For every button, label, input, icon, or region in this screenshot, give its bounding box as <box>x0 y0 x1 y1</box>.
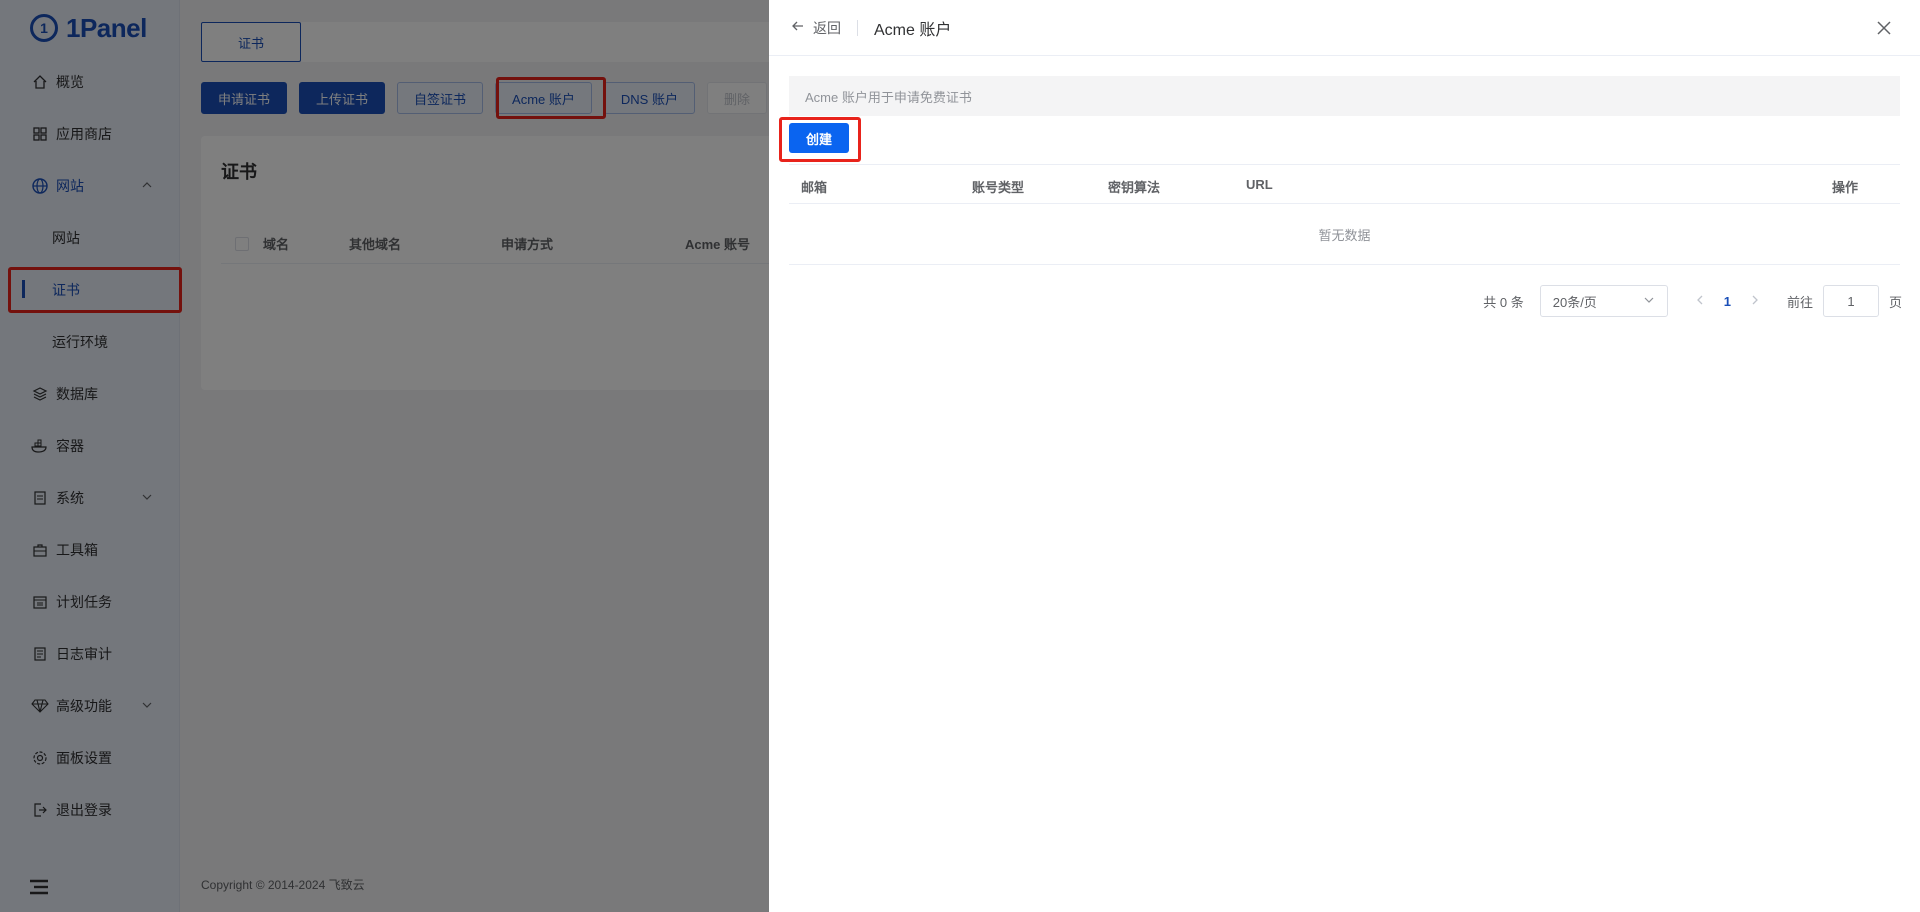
drawer-header: 返回 Acme 账户 <box>769 0 1920 56</box>
goto-page-input[interactable] <box>1822 285 1879 317</box>
next-page-icon[interactable] <box>1745 294 1765 309</box>
column-header-account-type: 账号类型 <box>972 180 1025 195</box>
column-header-email: 邮箱 <box>801 180 828 195</box>
back-button[interactable]: 返回 <box>791 18 841 38</box>
goto-label: 前往 <box>1786 294 1813 310</box>
create-button[interactable]: 创建 <box>789 123 849 153</box>
column-header-key-algorithm: 密钥算法 <box>1108 180 1161 195</box>
page-size-value: 20条/页 <box>1552 294 1597 310</box>
chevron-down-icon <box>1643 294 1655 309</box>
acme-table-header: 邮箱 账号类型 密钥算法 URL 操作 <box>789 164 1900 204</box>
page-size-select[interactable]: 20条/页 <box>1539 285 1668 317</box>
drawer-title: Acme 账户 <box>874 21 952 39</box>
header-divider <box>857 19 858 36</box>
column-header-operations: 操作 <box>1832 180 1859 195</box>
column-header-url: URL <box>1246 177 1273 192</box>
prev-page-icon[interactable] <box>1690 294 1710 309</box>
page-suffix: 页 <box>1888 294 1902 310</box>
back-label: 返回 <box>813 19 841 36</box>
total-count: 共 0 条 <box>1483 294 1524 310</box>
info-alert: Acme 账户用于申请免费证书 <box>789 76 1900 116</box>
current-page[interactable]: 1 <box>1724 294 1731 309</box>
close-icon[interactable] <box>1874 18 1894 38</box>
empty-state: 暂无数据 <box>789 205 1900 265</box>
pagination: 共 0 条 20条/页 1 前往 页 <box>1483 284 1902 318</box>
arrow-left-icon <box>791 19 805 36</box>
acme-account-drawer: 返回 Acme 账户 Acme 账户用于申请免费证书 创建 邮箱 账号类型 密钥… <box>769 0 1920 912</box>
